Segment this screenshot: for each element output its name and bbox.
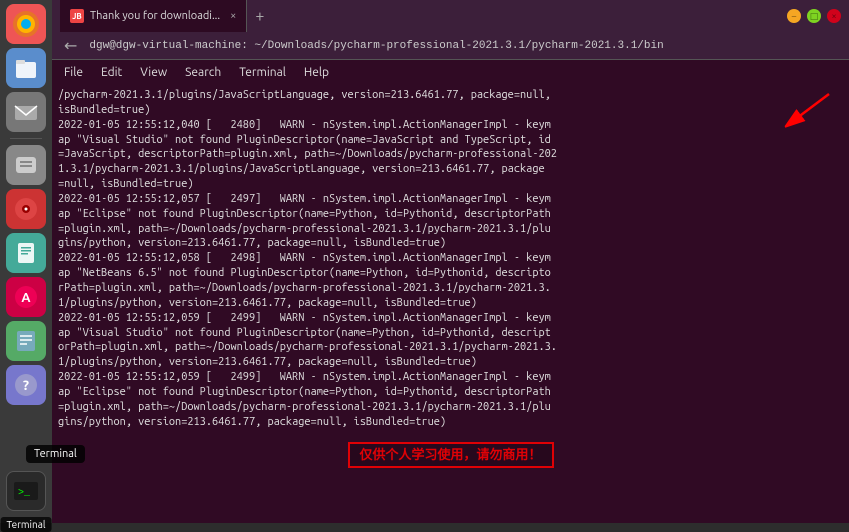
terminal-taskbar-tooltip: Terminal — [26, 445, 85, 463]
menu-file[interactable]: File — [56, 64, 91, 81]
menu-search[interactable]: Search — [177, 64, 229, 81]
terminal-tooltip: Terminal — [1, 517, 52, 532]
terminal-line: 2022-01-05 12:55:12,058 [ 2498] WARN - n… — [58, 251, 843, 266]
path-label: dgw@dgw-virtual-machine: ~/Downloads/pyc… — [89, 40, 663, 52]
terminal-line: 2022-01-05 12:55:12,057 [ 2497] WARN - n… — [58, 192, 843, 207]
taskbar-icon-music[interactable] — [6, 189, 46, 229]
terminal-line: 1.3.1/pycharm-2021.3.1/plugins/JavaScrip… — [58, 162, 843, 177]
terminal-body[interactable]: /pycharm-2021.3.1/plugins/JavaScriptLang… — [52, 84, 849, 523]
nav-bar: ← dgw@dgw-virtual-machine: ~/Downloads/p… — [52, 32, 849, 60]
taskbar-icon-texteditor[interactable] — [6, 321, 46, 361]
taskbar-icon-terminal[interactable]: >_ Terminal — [6, 471, 46, 511]
terminal-line: /pycharm-2021.3.1/plugins/JavaScriptLang… — [58, 88, 843, 103]
new-tab-button[interactable]: + — [247, 7, 272, 25]
terminal-line: 2022-01-05 12:55:12,040 [ 2480] WARN - n… — [58, 118, 843, 133]
taskbar-icon-firefox[interactable] — [6, 4, 46, 44]
terminal-line: 2022-01-05 12:55:12,059 [ 2499] WARN - n… — [58, 370, 843, 385]
taskbar-icon-mail[interactable] — [6, 92, 46, 132]
tab-label: Thank you for downloadi... — [90, 10, 220, 22]
terminal-line: rPath=plugin.xml, path=~/Downloads/pycha… — [58, 281, 843, 296]
taskbar-icon-files[interactable] — [6, 48, 46, 88]
close-button[interactable]: × — [827, 9, 841, 23]
svg-text:?: ? — [23, 377, 29, 393]
terminal-line: ap "Eclipse" not found PluginDescriptor(… — [58, 207, 843, 222]
terminal-line: 2022-01-05 12:55:12,059 [ 2499] WARN - n… — [58, 311, 843, 326]
terminal-line: ap "NetBeans 6.5" not found PluginDescri… — [58, 266, 843, 281]
menu-edit[interactable]: Edit — [93, 64, 130, 81]
menu-bar: File Edit View Search Terminal Help — [52, 60, 849, 84]
svg-text:>_: >_ — [18, 488, 31, 499]
taskbar-icon-docs[interactable] — [6, 233, 46, 273]
tab-jb-icon: JB — [70, 9, 84, 23]
window-controls: – □ × — [787, 9, 841, 23]
terminal-line: =plugin.xml, path=~/Downloads/pycharm-pr… — [58, 222, 843, 237]
terminal-line: ap "Visual Studio" not found PluginDescr… — [58, 133, 843, 148]
terminal-line: =plugin.xml, path=~/Downloads/pycharm-pr… — [58, 400, 843, 415]
minimize-button[interactable]: – — [787, 9, 801, 23]
terminal-line: 1/plugins/python, version=213.6461.77, p… — [58, 355, 843, 370]
title-bar: JB Thank you for downloadi... × + – □ × — [52, 0, 849, 32]
terminal-line: 1/plugins/python, version=213.6461.77, p… — [58, 296, 843, 311]
terminal-line: orPath=plugin.xml, path=~/Downloads/pych… — [58, 340, 843, 355]
taskbar-icon-disk[interactable] — [6, 145, 46, 185]
terminal-line: gins/python, version=213.6461.77, packag… — [58, 236, 843, 251]
taskbar-bottom: >_ Terminal — [6, 471, 46, 519]
back-button[interactable]: ← — [58, 34, 83, 57]
terminal-line: isBundled=true) — [58, 103, 843, 118]
terminal-line: ap "Visual Studio" not found PluginDescr… — [58, 326, 843, 341]
tab-bar: JB Thank you for downloadi... × + — [60, 0, 779, 32]
menu-view[interactable]: View — [132, 64, 175, 81]
tab-active[interactable]: JB Thank you for downloadi... × — [60, 0, 247, 32]
terminal-line: gins/python, version=213.6461.77, packag… — [58, 415, 843, 430]
terminal-line: =JavaScript, descriptorPath=plugin.xml, … — [58, 147, 843, 162]
menu-help[interactable]: Help — [296, 64, 337, 81]
taskbar-separator-1 — [10, 138, 42, 139]
menu-terminal[interactable]: Terminal — [231, 64, 294, 81]
maximize-button[interactable]: □ — [807, 9, 821, 23]
svg-text:A: A — [21, 291, 31, 305]
taskbar-icon-store[interactable]: A — [6, 277, 46, 317]
watermark: 仅供个人学习使用，请勿商用！ — [347, 442, 553, 468]
tab-close-button[interactable]: × — [230, 10, 236, 22]
terminal-window: JB Thank you for downloadi... × + – □ × … — [52, 0, 849, 523]
terminal-line: =null, isBundled=true) — [58, 177, 843, 192]
taskbar-icon-help[interactable]: ? — [6, 365, 46, 405]
terminal-line: ap "Eclipse" not found PluginDescriptor(… — [58, 385, 843, 400]
